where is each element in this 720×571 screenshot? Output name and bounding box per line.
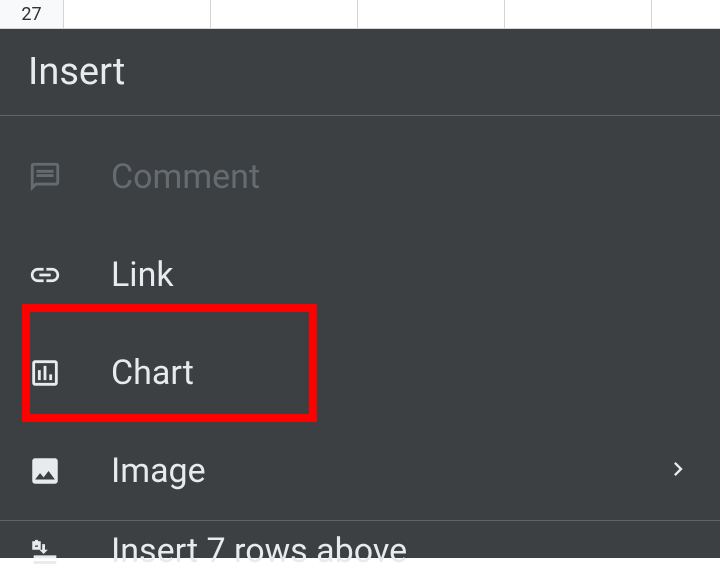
spreadsheet-cell[interactable] (64, 0, 211, 29)
chevron-right-icon (664, 455, 692, 487)
menu-label: Chart (111, 353, 194, 393)
menu-label: Image (111, 451, 206, 491)
row-number-cell[interactable]: 27 (0, 0, 64, 29)
menu-item-comment: Comment (0, 128, 720, 226)
spreadsheet-cell[interactable] (652, 0, 720, 29)
menu-item-link[interactable]: Link (0, 226, 720, 324)
row-number: 27 (21, 4, 41, 25)
spreadsheet-cell[interactable] (211, 0, 358, 29)
spreadsheet-background: 27 (0, 0, 720, 29)
comment-icon (28, 160, 62, 194)
menu-label: Comment (111, 157, 260, 197)
chart-icon (28, 356, 62, 390)
drawer-title: Insert (0, 29, 720, 116)
menu-section: Comment Link Chart I (0, 116, 720, 520)
menu-item-image[interactable]: Image (0, 422, 720, 520)
menu-label: Insert 7 rows above (111, 531, 407, 571)
menu-label: Link (111, 255, 174, 295)
link-icon (28, 258, 62, 292)
insert-rows-icon (28, 537, 62, 571)
menu-item-insert-rows-above[interactable]: Insert 7 rows above (0, 521, 720, 571)
insert-drawer: Insert Comment Link (0, 29, 720, 558)
image-icon (28, 454, 62, 488)
spreadsheet-cell[interactable] (358, 0, 505, 29)
spreadsheet-cell[interactable] (505, 0, 652, 29)
menu-item-chart[interactable]: Chart (0, 324, 720, 422)
